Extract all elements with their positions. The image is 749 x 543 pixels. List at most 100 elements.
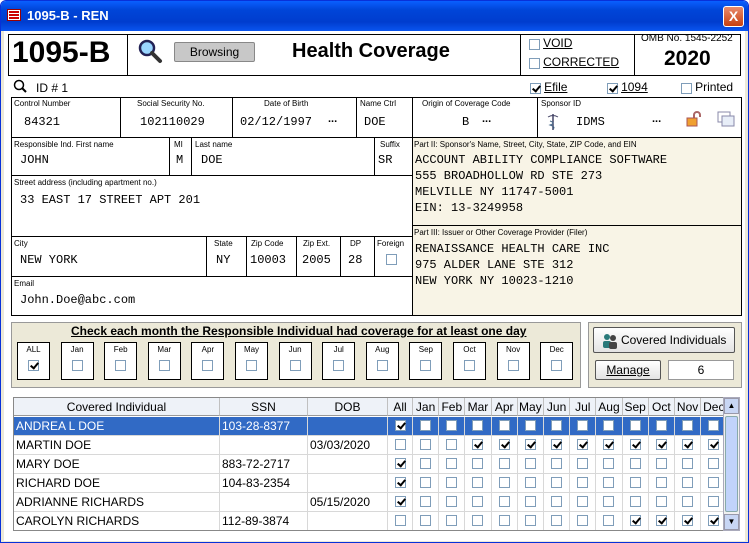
coverage-checkbox[interactable] [682, 420, 693, 431]
coverage-checkbox[interactable] [603, 420, 615, 431]
coverage-checkbox[interactable] [629, 496, 641, 507]
coverage-checkbox[interactable] [655, 439, 667, 450]
control-number-field[interactable]: 84321 [24, 115, 60, 129]
coverage-checkbox[interactable] [446, 477, 458, 488]
origin-lookup-button[interactable]: ... [482, 113, 491, 125]
coverage-checkbox[interactable] [498, 477, 510, 488]
table-row[interactable]: MARTIN DOE 03/03/2020 [14, 436, 726, 455]
coverage-checkbox[interactable] [603, 496, 615, 507]
scroll-down-arrow[interactable]: ▼ [724, 514, 739, 530]
last-name-field[interactable]: DOE [201, 153, 223, 167]
coverage-checkbox[interactable] [682, 439, 693, 450]
month-sep[interactable]: Sep [409, 342, 443, 380]
sponsor-field[interactable]: IDMS [576, 115, 605, 129]
coverage-checkbox[interactable] [420, 496, 431, 507]
table-row[interactable]: ADRIANNE RICHARDS 05/15/2020 [14, 493, 726, 512]
first-name-field[interactable]: JOHN [20, 153, 49, 167]
coverage-checkbox[interactable] [551, 439, 562, 450]
dp-field[interactable]: 28 [348, 253, 362, 267]
month-mar[interactable]: Mar [147, 342, 181, 380]
coverage-checkbox[interactable] [472, 496, 484, 507]
coverage-checkbox[interactable] [472, 477, 484, 488]
month-apr[interactable]: Apr [191, 342, 225, 380]
coverage-checkbox[interactable] [446, 496, 458, 507]
printed-checkbox[interactable] [681, 82, 692, 94]
coverage-checkbox[interactable] [655, 420, 667, 431]
coverage-checkbox[interactable] [603, 477, 615, 488]
month-jul[interactable]: Jul [322, 342, 356, 380]
state-field[interactable]: NY [216, 253, 230, 267]
column-header[interactable]: All [388, 398, 413, 416]
title-bar[interactable]: 1095-B - REN X [1, 1, 748, 31]
month-checkbox[interactable] [333, 360, 345, 371]
month-nov[interactable]: Nov [496, 342, 530, 380]
coverage-checkbox[interactable] [420, 458, 431, 469]
coverage-checkbox[interactable] [655, 515, 667, 526]
void-checkbox[interactable] [529, 38, 540, 50]
mi-field[interactable]: M [176, 153, 183, 167]
f1094-checkbox-row[interactable]: 1094 [607, 80, 648, 94]
coverage-checkbox[interactable] [629, 439, 641, 450]
coverage-checkbox[interactable] [682, 458, 693, 469]
month-checkbox[interactable] [158, 360, 170, 371]
scroll-up-arrow[interactable]: ▲ [724, 398, 739, 414]
coverage-checkbox[interactable] [524, 420, 536, 431]
coverage-checkbox[interactable] [655, 477, 667, 488]
efile-checkbox-row[interactable]: Efile [530, 80, 567, 94]
coverage-checkbox[interactable] [446, 515, 458, 526]
city-field[interactable]: NEW YORK [20, 253, 78, 267]
column-header[interactable]: SSN [220, 398, 308, 416]
coverage-checkbox[interactable] [524, 477, 536, 488]
coverage-checkbox[interactable] [395, 458, 406, 469]
coverage-checkbox[interactable] [551, 496, 562, 507]
zipext-field[interactable]: 2005 [302, 253, 331, 267]
email-field[interactable]: John.Doe@abc.com [20, 293, 135, 307]
table-row[interactable]: MARY DOE 883-72-2717 [14, 455, 726, 474]
coverage-checkbox[interactable] [682, 477, 693, 488]
dob-field[interactable]: 02/12/1997 [240, 115, 312, 129]
coverage-checkbox[interactable] [395, 439, 406, 450]
coverage-checkbox[interactable] [395, 420, 406, 431]
search-icon[interactable] [137, 38, 163, 64]
coverage-checkbox[interactable] [655, 458, 667, 469]
column-header[interactable]: Apr [491, 398, 518, 416]
month-checkbox[interactable] [115, 360, 127, 371]
table-row[interactable]: CAROLYN RICHARDS 112-89-3874 [14, 512, 726, 530]
corrected-checkbox-row[interactable]: CORRECTED [529, 55, 619, 69]
month-may[interactable]: May [235, 342, 268, 380]
month-jun[interactable]: Jun [278, 342, 312, 380]
coverage-checkbox[interactable] [577, 458, 589, 469]
column-header[interactable]: Jul [570, 398, 597, 416]
coverage-checkbox[interactable] [524, 439, 536, 450]
unlock-icon[interactable] [685, 110, 703, 128]
coverage-checkbox[interactable] [577, 420, 589, 431]
coverage-checkbox[interactable] [420, 515, 431, 526]
corrected-checkbox[interactable] [529, 57, 540, 69]
coverage-checkbox[interactable] [682, 515, 693, 526]
column-header[interactable]: Sep [622, 398, 649, 416]
coverage-checkbox[interactable] [682, 496, 693, 507]
name-ctrl-field[interactable]: DOE [364, 115, 386, 129]
month-aug[interactable]: Aug [365, 342, 399, 380]
coverage-checkbox[interactable] [551, 458, 562, 469]
column-header[interactable]: Mar [465, 398, 492, 416]
foreign-checkbox[interactable] [386, 253, 397, 265]
column-header[interactable]: Feb [439, 398, 466, 416]
origin-field[interactable]: B [462, 115, 469, 129]
coverage-checkbox[interactable] [524, 458, 536, 469]
coverage-checkbox[interactable] [498, 420, 510, 431]
coverage-checkbox[interactable] [472, 420, 484, 431]
zip-field[interactable]: 10003 [250, 253, 286, 267]
coverage-checkbox[interactable] [498, 439, 510, 450]
column-header[interactable]: Nov [675, 398, 702, 416]
month-feb[interactable]: Feb [104, 342, 138, 380]
coverage-checkbox[interactable] [395, 515, 406, 526]
column-header[interactable]: Jan [413, 398, 440, 416]
month-checkbox[interactable] [289, 360, 301, 371]
id-search-icon[interactable] [13, 79, 27, 93]
coverage-checkbox[interactable] [577, 477, 589, 488]
coverage-checkbox[interactable] [629, 420, 641, 431]
month-oct[interactable]: Oct [453, 342, 486, 380]
dob-picker-button[interactable]: ... [328, 113, 337, 125]
month-all[interactable]: ALL [17, 342, 50, 380]
